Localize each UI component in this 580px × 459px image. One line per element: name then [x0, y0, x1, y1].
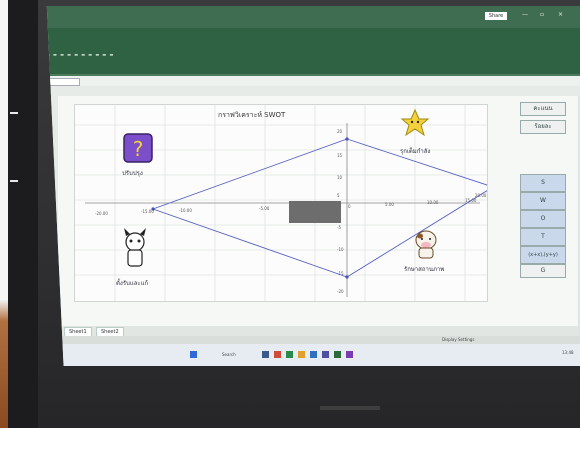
- clock[interactable]: 13:48: [562, 350, 574, 355]
- taskbar-app-icon[interactable]: [262, 351, 269, 358]
- close-icon[interactable]: ×: [558, 11, 563, 18]
- swot-cell-formula[interactable]: (x+x),(y+y): [520, 246, 566, 264]
- y-tick-label: -10: [337, 247, 344, 252]
- wall-mark: [10, 112, 18, 114]
- x-tick-label: 5.00: [385, 202, 394, 207]
- photo: Share — ▫ × ▬ ▬ ▬ ▬ ▬ ▬ ▬ ▬ ▬ ▬ -20.00 -…: [0, 0, 580, 459]
- question-mark-icon: ?: [123, 133, 153, 163]
- y-tick-label: 5: [337, 193, 340, 198]
- swot-point: [345, 275, 349, 279]
- swot-cell-t[interactable]: T: [520, 228, 566, 246]
- x-tick-label: 0: [348, 204, 351, 209]
- dog-icon: [124, 228, 146, 267]
- y-tick-label: 20: [337, 129, 343, 134]
- quadrant-label-defensive: ตั้งรับและแก้: [116, 280, 149, 287]
- swot-cell-o[interactable]: O: [520, 210, 566, 228]
- ribbon: ▬ ▬ ▬ ▬ ▬ ▬ ▬ ▬ ▬ ▬: [46, 28, 580, 96]
- ribbon-tabs[interactable]: ▬ ▬ ▬ ▬ ▬ ▬ ▬ ▬ ▬ ▬: [47, 52, 114, 57]
- taskbar-app-icon[interactable]: [346, 351, 353, 358]
- y-tick-label: -20: [337, 289, 344, 294]
- maximize-icon[interactable]: ▫: [540, 11, 544, 18]
- taskbar-app-icon[interactable]: [286, 351, 293, 358]
- x-tick-label: 20.00: [475, 193, 487, 198]
- x-tick-label: 15.00: [465, 198, 477, 203]
- sheet-tab-bar: Sheet1 Sheet2: [58, 326, 578, 337]
- taskbar-app-icon[interactable]: [322, 351, 329, 358]
- formula-bar[interactable]: [46, 76, 580, 86]
- projected-screen: Share — ▫ × ▬ ▬ ▬ ▬ ▬ ▬ ▬ ▬ ▬ ▬ -20.00 -…: [46, 6, 580, 366]
- x-tick-label: -5.00: [259, 206, 270, 211]
- column-header: [46, 86, 580, 96]
- swot-cell-s[interactable]: S: [520, 174, 566, 192]
- cow-icon: [415, 230, 437, 259]
- wall-mark: [10, 180, 18, 182]
- swot-cell-g[interactable]: G: [520, 264, 566, 278]
- y-tick-label: -15: [337, 271, 344, 276]
- excel-title-bar: Share — ▫ ×: [46, 6, 580, 28]
- taskbar-app-icon[interactable]: [274, 351, 281, 358]
- quadrant-label-improve: ปรับปรุง: [122, 170, 143, 177]
- x-tick-label: 10.00: [427, 200, 439, 205]
- left-dark-strip: [8, 0, 38, 428]
- display-settings-label[interactable]: Display Settings: [442, 337, 474, 342]
- swot-point: [345, 137, 349, 141]
- minimize-icon[interactable]: —: [522, 11, 528, 18]
- taskbar-app-icon[interactable]: [334, 351, 341, 358]
- svg-text:?: ?: [133, 137, 144, 161]
- y-tick-label: 15: [337, 153, 343, 158]
- swot-cell-w[interactable]: W: [520, 192, 566, 210]
- name-box[interactable]: [48, 78, 80, 86]
- star-icon: [400, 108, 430, 137]
- search-label[interactable]: Search: [222, 352, 236, 357]
- quadrant-label-maintain: รักษาสถานภาพ: [404, 266, 445, 273]
- y-tick-label: -5: [337, 225, 341, 230]
- y-tick-label: 10: [337, 175, 343, 180]
- share-button[interactable]: Share: [485, 12, 507, 20]
- percent-header-cell[interactable]: ร้อยละ: [520, 120, 566, 134]
- quadrant-label-aggressive: รุกเต็มกำลัง: [400, 148, 431, 155]
- x-tick-label: -20.00: [95, 211, 108, 216]
- x-tick-label: -15.00: [141, 209, 154, 214]
- score-header-cell[interactable]: คะแนน: [520, 102, 566, 116]
- left-edge: [0, 0, 8, 428]
- bottom-white-border: [8, 428, 580, 459]
- centre-marker-box: [289, 201, 341, 223]
- taskbar-app-icon[interactable]: [298, 351, 305, 358]
- status-bar: Display Settings: [46, 336, 580, 344]
- taskbar-app-icon[interactable]: [310, 351, 317, 358]
- projector-brand-text: [320, 406, 380, 410]
- chart-title: กราฟวิเคราะห์ SWOT: [218, 111, 286, 119]
- x-tick-label: -10.00: [179, 208, 192, 213]
- windows-start-icon[interactable]: [190, 351, 197, 358]
